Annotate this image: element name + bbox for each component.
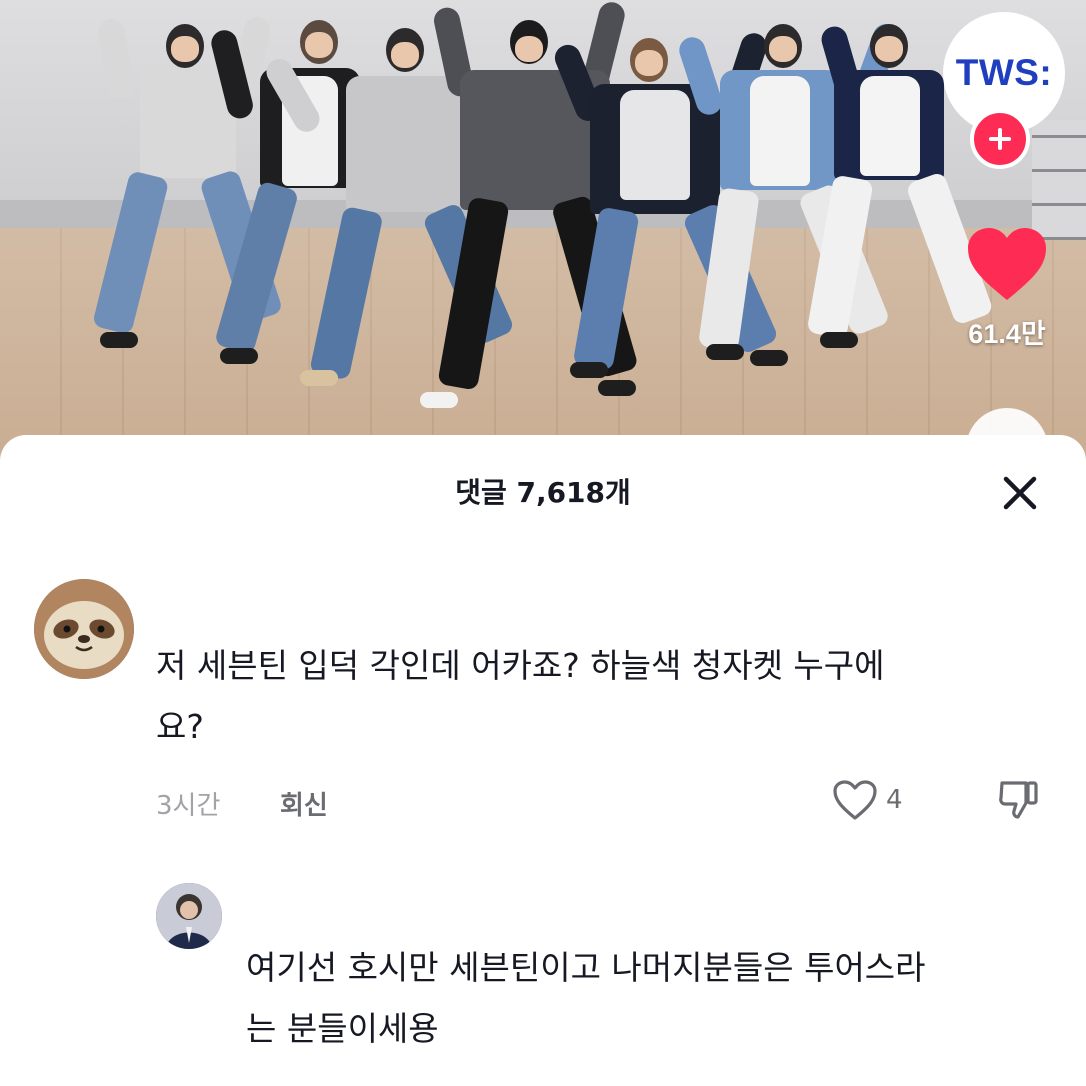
close-icon[interactable] bbox=[998, 471, 1042, 515]
comment-text-line: 저 세븐틴 입덕 각인데 어카죠? 하늘색 청자켓 누구에 bbox=[156, 646, 885, 685]
follow-button[interactable] bbox=[970, 109, 1030, 169]
creator-badge-text: TWS: bbox=[955, 52, 1053, 93]
like-count: 61.4만 bbox=[968, 319, 1046, 349]
user-photo-avatar[interactable] bbox=[156, 883, 222, 949]
reply-text: 여기선 호시만 세븐틴이고 나머지분들은 투어스라 는 분들이세용 bbox=[246, 937, 926, 1059]
comment-like-count: 4 bbox=[886, 785, 903, 815]
video-player[interactable]: TWS: 61.4만 bbox=[0, 0, 1086, 470]
dislike-icon[interactable] bbox=[996, 777, 1042, 823]
reply-text-line: 는 분들이세용 bbox=[246, 1009, 439, 1048]
heart-outline-icon[interactable] bbox=[832, 779, 878, 821]
comment-time: 3시간 bbox=[156, 791, 221, 821]
comment-count-title: 댓글 7,618개 bbox=[455, 476, 631, 509]
sloth-face-icon bbox=[34, 579, 134, 679]
plus-icon bbox=[989, 128, 1011, 150]
sloth-avatar[interactable] bbox=[34, 579, 134, 679]
comment-sheet: 댓글 7,618개 저 세븐틴 입덕 각인데 어카죠? 하늘색 청자켓 누구에 … bbox=[0, 435, 1086, 1086]
person-photo-icon bbox=[156, 883, 222, 949]
reply-text-line: 여기선 호시만 세븐틴이고 나머지분들은 투어스라 bbox=[246, 948, 926, 987]
rack bbox=[1032, 120, 1086, 240]
reply-button[interactable]: 회신 bbox=[280, 785, 328, 822]
comment-text: 저 세븐틴 입덕 각인데 어카죠? 하늘색 청자켓 누구에 요? bbox=[156, 635, 885, 757]
comment-text-line: 요? bbox=[156, 707, 204, 746]
heart-filled-icon[interactable] bbox=[966, 226, 1048, 302]
